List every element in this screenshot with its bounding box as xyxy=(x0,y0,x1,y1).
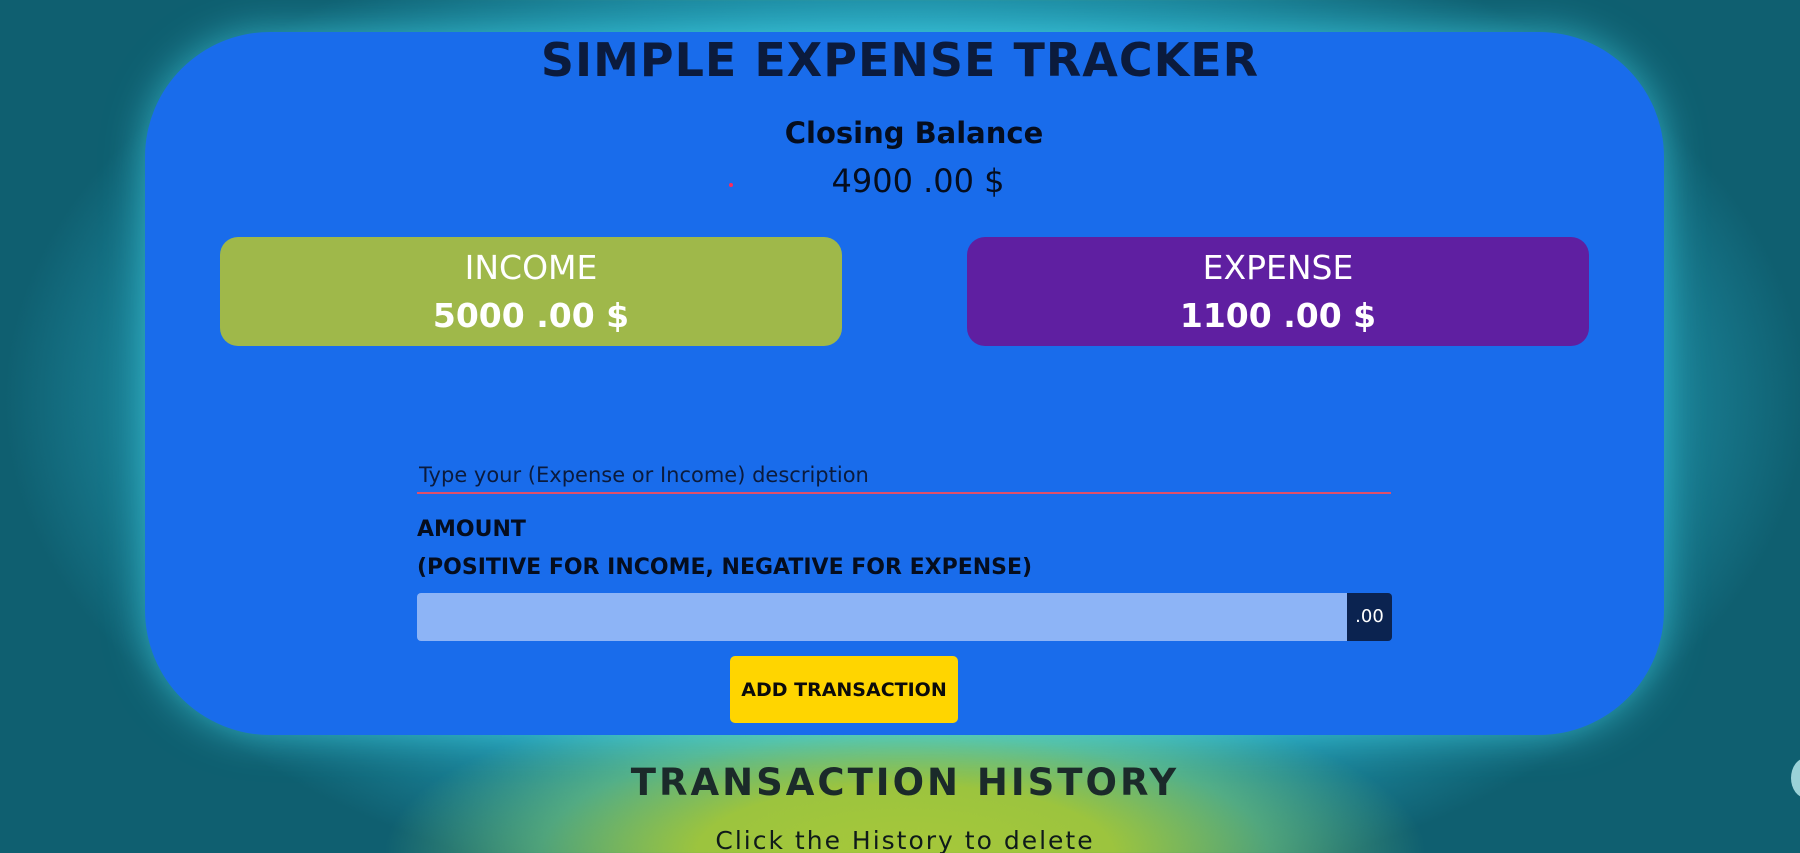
amount-input[interactable] xyxy=(417,593,1347,641)
expense-value: 1100 .00 $ xyxy=(1179,296,1377,335)
description-input[interactable] xyxy=(417,458,1391,494)
decimal-suffix: .00 xyxy=(1347,593,1392,641)
income-label: INCOME xyxy=(464,248,598,287)
amount-label-title: AMOUNT xyxy=(417,517,526,542)
amount-label: AMOUNT (POSITIVE FOR INCOME, NEGATIVE FO… xyxy=(417,511,1397,587)
closing-balance-label: Closing Balance xyxy=(784,116,1044,150)
add-transaction-button[interactable]: ADD TRANSACTION xyxy=(730,656,958,723)
income-box: INCOME 5000 .00 $ xyxy=(220,237,842,346)
transaction-history-title: TRANSACTION HISTORY xyxy=(630,761,1180,804)
expense-box: EXPENSE 1100 .00 $ xyxy=(967,237,1589,346)
income-value: 5000 .00 $ xyxy=(432,296,630,335)
closing-balance-value: 4900 .00 $ xyxy=(831,162,1005,200)
expense-label: EXPENSE xyxy=(1202,248,1354,287)
app-title: SIMPLE EXPENSE TRACKER xyxy=(540,33,1260,87)
amount-label-hint: (POSITIVE FOR INCOME, NEGATIVE FOR EXPEN… xyxy=(417,555,1033,580)
history-delete-hint: Click the History to delete xyxy=(715,826,1095,853)
